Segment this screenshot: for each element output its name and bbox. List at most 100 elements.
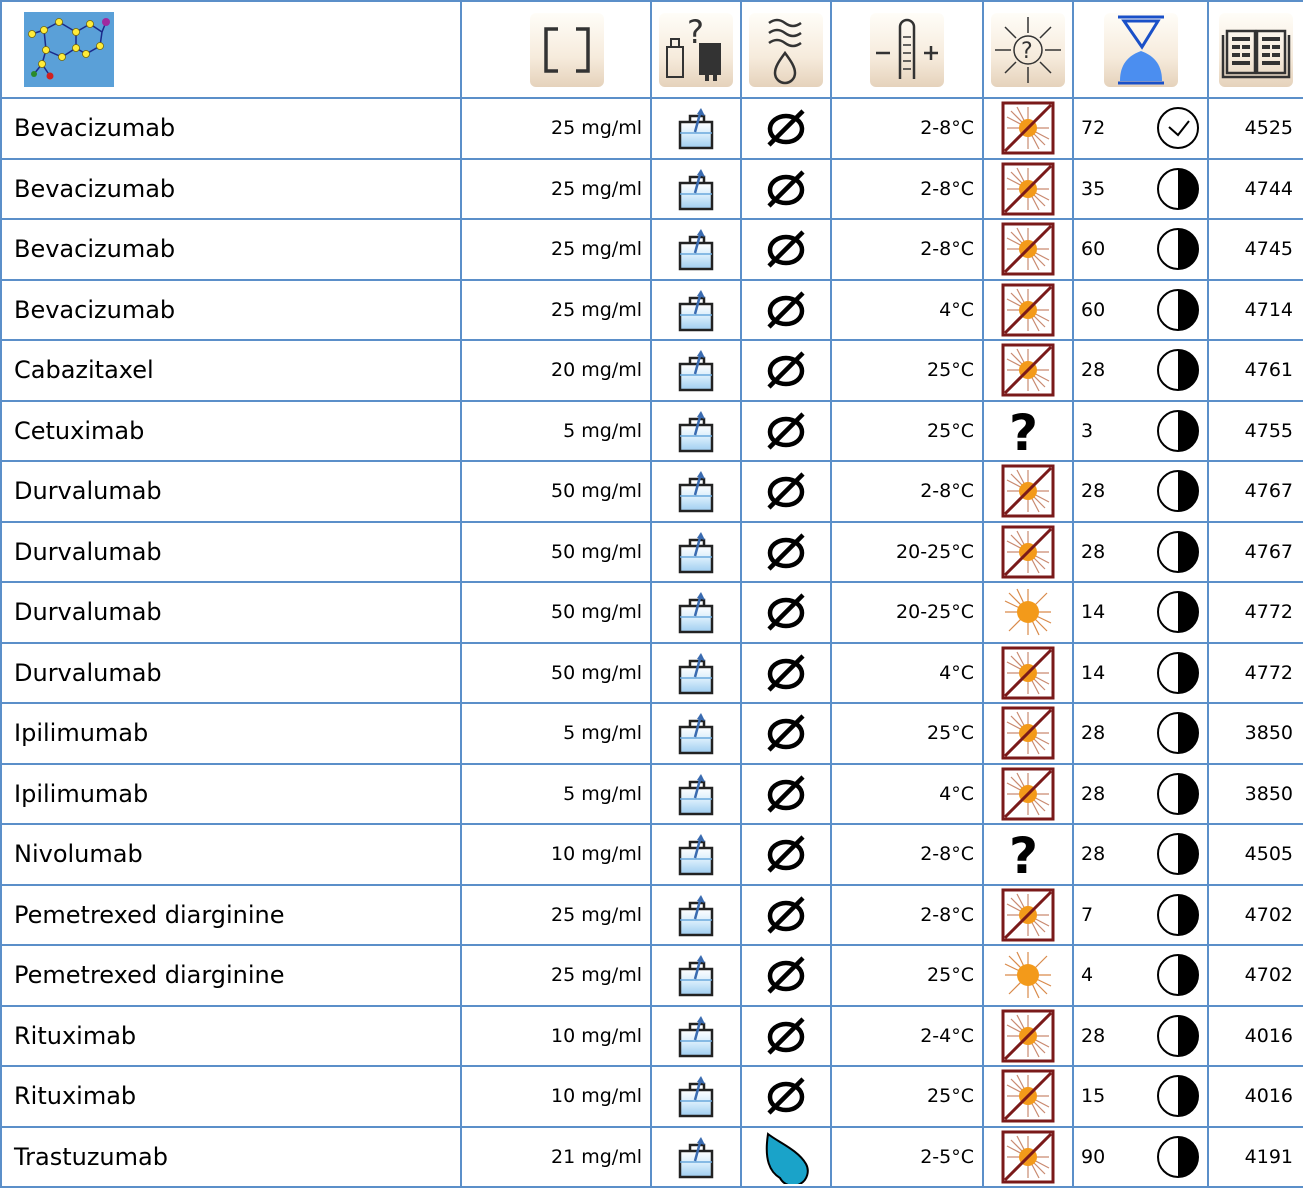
light-cell [982, 944, 1074, 1007]
half-moon-icon [1156, 893, 1199, 936]
reference-number[interactable]: 4761 [1207, 339, 1303, 402]
light-unknown-icon: ? [1009, 404, 1038, 458]
reference-number[interactable]: 4744 [1207, 157, 1303, 220]
drug-name[interactable]: Nivolumab [0, 823, 462, 886]
duration-unit-cell [1148, 823, 1209, 886]
solvent-cell [740, 1065, 832, 1128]
drug-name[interactable]: Bevacizumab [0, 278, 462, 341]
reference-number[interactable]: 4525 [1207, 97, 1303, 160]
temperature: 25°C [830, 1065, 984, 1128]
drug-name[interactable]: Bevacizumab [0, 97, 462, 160]
reference-number[interactable]: 4714 [1207, 278, 1303, 341]
reference-number[interactable]: 4755 [1207, 399, 1303, 462]
reference-number[interactable]: 4745 [1207, 218, 1303, 281]
drug-name[interactable]: Bevacizumab [0, 157, 462, 220]
container-bag-icon [678, 955, 714, 997]
drug-name[interactable]: Durvalumab [0, 460, 462, 523]
svg-text:?: ? [687, 13, 704, 51]
drug-name[interactable]: Durvalumab [0, 581, 462, 644]
reference-number[interactable]: 4505 [1207, 823, 1303, 886]
table-row: Durvalumab 50 mg/ml 2-8°C 28 4767 [0, 460, 1303, 523]
reference-number[interactable]: 3850 [1207, 762, 1303, 825]
table-row: Ipilimumab 5 mg/ml 25°C 28 3850 [0, 702, 1303, 765]
container-bag-icon [678, 1076, 714, 1118]
drug-name[interactable]: Bevacizumab [0, 218, 462, 281]
concentration: 25 mg/ml [460, 97, 652, 160]
solvent-cell [740, 944, 832, 1007]
temperature: 20-25°C [830, 520, 984, 583]
reference-number[interactable]: 4016 [1207, 1065, 1303, 1128]
drug-name[interactable]: Rituximab [0, 1004, 462, 1067]
reference-number[interactable]: 3850 [1207, 702, 1303, 765]
header-row: ? ? [0, 0, 1303, 99]
reference-number[interactable]: 4702 [1207, 883, 1303, 946]
reference-icon[interactable] [1219, 12, 1293, 87]
duration-unit-cell [1148, 218, 1209, 281]
duration-value: 28 [1072, 339, 1148, 402]
concentration-icon[interactable] [530, 12, 604, 87]
temperature: 25°C [830, 702, 984, 765]
container-bag-icon [678, 229, 714, 271]
duration-icon[interactable] [1103, 12, 1178, 87]
temperature-icon[interactable] [870, 12, 944, 87]
half-moon-icon [1156, 1135, 1199, 1178]
container-cell [650, 702, 742, 765]
no-solvent-icon [767, 714, 805, 752]
reference-number[interactable]: 4767 [1207, 520, 1303, 583]
duration-value: 28 [1072, 520, 1148, 583]
concentration: 25 mg/ml [460, 218, 652, 281]
container-bag-icon [678, 773, 714, 815]
container-icon[interactable]: ? [659, 12, 733, 87]
temperature: 4°C [830, 762, 984, 825]
container-bag-icon [678, 894, 714, 936]
table-row: Bevacizumab 25 mg/ml 2-8°C 60 4745 [0, 218, 1303, 281]
half-moon-icon [1156, 349, 1199, 392]
half-moon-icon [1156, 712, 1199, 755]
solvent-icon[interactable] [749, 12, 823, 87]
duration-unit-cell [1148, 883, 1209, 946]
reference-number[interactable]: 4702 [1207, 944, 1303, 1007]
molecule-icon[interactable] [24, 12, 114, 87]
duration-value: 90 [1072, 1125, 1148, 1188]
solvent-cell [740, 1125, 832, 1188]
table-row: Cabazitaxel 20 mg/ml 25°C 28 4761 [0, 339, 1303, 402]
solvent-cell [740, 460, 832, 523]
drug-name[interactable]: Pemetrexed diarginine [0, 944, 462, 1007]
concentration: 10 mg/ml [460, 823, 652, 886]
light-protected-icon [1001, 767, 1055, 821]
drug-name[interactable]: Cetuximab [0, 399, 462, 462]
solvent-cell [740, 399, 832, 462]
drug-name[interactable]: Rituximab [0, 1065, 462, 1128]
duration-unit-cell [1148, 1065, 1209, 1128]
light-protected-icon [1001, 706, 1055, 760]
drug-name[interactable]: Cabazitaxel [0, 339, 462, 402]
container-bag-icon [678, 592, 714, 634]
drug-name[interactable]: Ipilimumab [0, 762, 462, 825]
reference-number[interactable]: 4772 [1207, 641, 1303, 704]
no-solvent-icon [767, 109, 805, 147]
no-solvent-icon [767, 896, 805, 934]
drug-name[interactable]: Durvalumab [0, 641, 462, 704]
header-container: ? [650, 0, 742, 99]
duration-value: 28 [1072, 1004, 1148, 1067]
reference-number[interactable]: 4016 [1207, 1004, 1303, 1067]
duration-value: 28 [1072, 823, 1148, 886]
container-bag-icon [678, 713, 714, 755]
drug-name[interactable]: Ipilimumab [0, 702, 462, 765]
container-bag-icon [678, 531, 714, 573]
drug-name[interactable]: Trastuzumab [0, 1125, 462, 1188]
container-cell [650, 762, 742, 825]
drug-name[interactable]: Pemetrexed diarginine [0, 883, 462, 946]
reference-number[interactable]: 4767 [1207, 460, 1303, 523]
light-cell [982, 883, 1074, 946]
solvent-cell [740, 883, 832, 946]
half-moon-icon [1156, 651, 1199, 694]
header-duration [1072, 0, 1209, 99]
reference-number[interactable]: 4772 [1207, 581, 1303, 644]
solvent-cell [740, 97, 832, 160]
reference-number[interactable]: 4191 [1207, 1125, 1303, 1188]
duration-value: 14 [1072, 641, 1148, 704]
light-icon[interactable]: ? [991, 12, 1065, 87]
duration-value: 60 [1072, 278, 1148, 341]
drug-name[interactable]: Durvalumab [0, 520, 462, 583]
